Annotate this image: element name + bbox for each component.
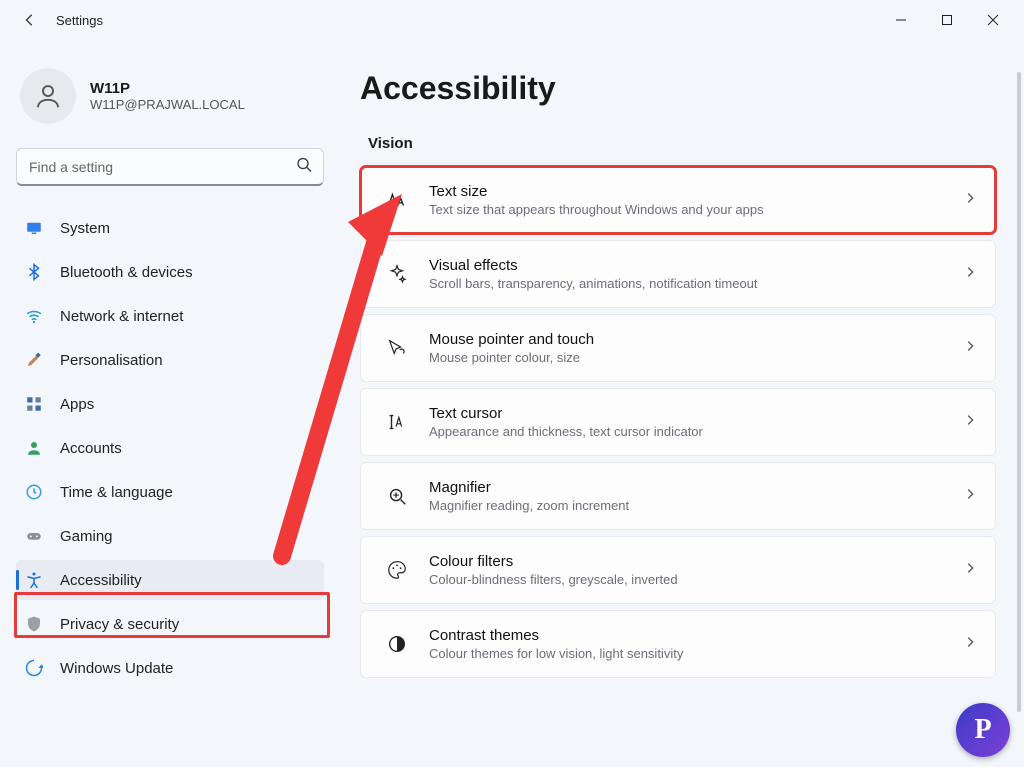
scrollbar[interactable] (1017, 72, 1021, 712)
option-visual-effects[interactable]: Visual effects Scroll bars, transparency… (360, 240, 996, 308)
search-wrap (16, 148, 324, 186)
brush-icon (24, 350, 44, 370)
accessibility-icon (24, 570, 44, 590)
sidebar-item-label: Gaming (60, 528, 113, 545)
chevron-right-icon (963, 635, 977, 654)
option-subtitle: Mouse pointer colour, size (429, 350, 963, 365)
sidebar-item-label: Accessibility (60, 572, 142, 589)
update-icon (24, 658, 44, 678)
option-mouse-pointer-and-touch[interactable]: Mouse pointer and touch Mouse pointer co… (360, 314, 996, 382)
option-subtitle: Colour-blindness filters, greyscale, inv… (429, 572, 963, 587)
display-icon (24, 218, 44, 238)
option-title: Colour filters (429, 553, 963, 570)
option-subtitle: Text size that appears throughout Window… (429, 202, 963, 217)
back-button[interactable] (18, 13, 42, 27)
chevron-right-icon (963, 265, 977, 284)
sidebar-item-label: Personalisation (60, 352, 163, 369)
minimize-button[interactable] (878, 4, 924, 36)
chevron-right-icon (963, 191, 977, 210)
sparkle-icon (379, 263, 415, 285)
window-controls (878, 4, 1016, 36)
sidebar-item-label: Privacy & security (60, 616, 179, 633)
sidebar-item-time-language[interactable]: Time & language (16, 472, 324, 512)
wifi-icon (24, 306, 44, 326)
option-subtitle: Magnifier reading, zoom increment (429, 498, 963, 513)
magnifier-icon (379, 485, 415, 507)
option-colour-filters[interactable]: Colour filters Colour-blindness filters,… (360, 536, 996, 604)
sidebar-item-label: Windows Update (60, 660, 173, 677)
sidebar-item-gaming[interactable]: Gaming (16, 516, 324, 556)
game-icon (24, 526, 44, 546)
option-title: Visual effects (429, 257, 963, 274)
option-title: Text cursor (429, 405, 963, 422)
palette-icon (379, 559, 415, 581)
bluetooth-icon (24, 262, 44, 282)
sidebar-item-bluetooth-devices[interactable]: Bluetooth & devices (16, 252, 324, 292)
shield-icon (24, 614, 44, 634)
time-icon (24, 482, 44, 502)
section-label: Vision (368, 135, 996, 152)
contrast-icon (379, 633, 415, 655)
option-title: Contrast themes (429, 627, 963, 644)
option-magnifier[interactable]: Magnifier Magnifier reading, zoom increm… (360, 462, 996, 530)
account-icon (24, 438, 44, 458)
chevron-right-icon (963, 339, 977, 358)
sidebar-item-label: Network & internet (60, 308, 183, 325)
apps-icon (24, 394, 44, 414)
sidebar-item-windows-update[interactable]: Windows Update (16, 648, 324, 688)
option-subtitle: Appearance and thickness, text cursor in… (429, 424, 963, 439)
sidebar-item-privacy-security[interactable]: Privacy & security (16, 604, 324, 644)
option-subtitle: Colour themes for low vision, light sens… (429, 646, 963, 661)
sidebar-item-label: Bluetooth & devices (60, 264, 193, 281)
textcursor-icon (379, 411, 415, 433)
sidebar-item-label: Time & language (60, 484, 173, 501)
sidebar-item-label: Accounts (60, 440, 122, 457)
sidebar-item-label: Apps (60, 396, 94, 413)
chevron-right-icon (963, 413, 977, 432)
sidebar-item-personalisation[interactable]: Personalisation (16, 340, 324, 380)
option-list: Text size Text size that appears through… (360, 166, 996, 678)
user-block[interactable]: W11P W11P@PRAJWAL.LOCAL (16, 56, 324, 144)
main-content: Accessibility Vision Text size Text size… (340, 40, 1024, 767)
page-title: Accessibility (360, 70, 996, 107)
sidebar-item-network-internet[interactable]: Network & internet (16, 296, 324, 336)
nav-list: System Bluetooth & devices Network & inter… (16, 208, 324, 688)
watermark-logo: P (956, 703, 1010, 757)
option-title: Mouse pointer and touch (429, 331, 963, 348)
user-name: W11P (90, 80, 245, 97)
chevron-right-icon (963, 561, 977, 580)
option-title: Magnifier (429, 479, 963, 496)
sidebar-item-system[interactable]: System (16, 208, 324, 248)
chevron-right-icon (963, 487, 977, 506)
sidebar-item-accessibility[interactable]: Accessibility (16, 560, 324, 600)
option-subtitle: Scroll bars, transparency, animations, n… (429, 276, 963, 291)
option-text-cursor[interactable]: Text cursor Appearance and thickness, te… (360, 388, 996, 456)
search-icon (296, 157, 312, 178)
option-text-size[interactable]: Text size Text size that appears through… (360, 166, 996, 234)
search-input[interactable] (16, 148, 324, 186)
pointer-icon (379, 337, 415, 359)
option-contrast-themes[interactable]: Contrast themes Colour themes for low vi… (360, 610, 996, 678)
sidebar-item-apps[interactable]: Apps (16, 384, 324, 424)
titlebar: Settings (0, 0, 1024, 40)
window-title: Settings (56, 13, 103, 28)
user-email: W11P@PRAJWAL.LOCAL (90, 97, 245, 112)
maximize-button[interactable] (924, 4, 970, 36)
option-title: Text size (429, 183, 963, 200)
sidebar-item-accounts[interactable]: Accounts (16, 428, 324, 468)
sidebar: W11P W11P@PRAJWAL.LOCAL System Bluetooth … (0, 40, 340, 767)
close-button[interactable] (970, 4, 1016, 36)
sidebar-item-label: System (60, 220, 110, 237)
textsize-icon (379, 189, 415, 211)
avatar (20, 68, 76, 124)
